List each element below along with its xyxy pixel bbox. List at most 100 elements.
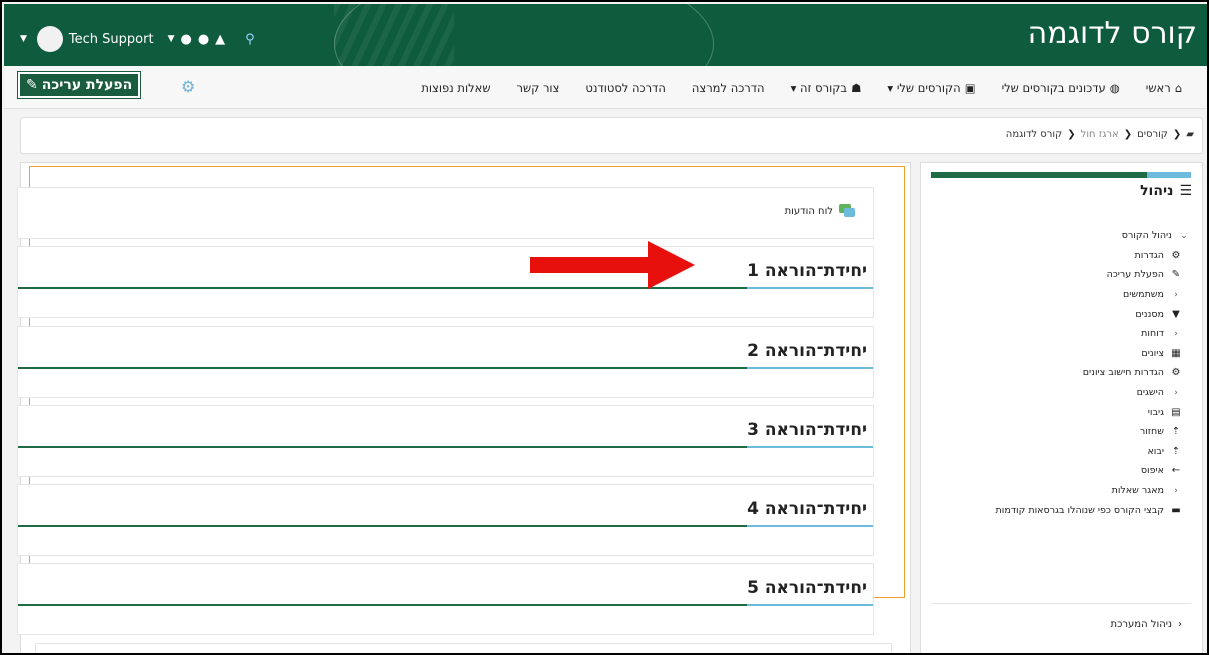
tree-item-question-bank[interactable]: ‹ מאגר שאלות [922,481,1182,501]
tree-label: הגדרות [1134,249,1164,261]
tree-item-grades[interactable]: ▦ ציונים [922,344,1182,364]
chevron-down-icon[interactable]: ▼ [168,34,175,44]
briefcase-icon: ▣ [964,80,976,95]
home-icon: ⌂ [1174,80,1182,95]
tree-item-reports[interactable]: ‹ דוחות [922,324,1182,344]
tree-item-badges[interactable]: ‹ הישגים [922,383,1182,403]
section-1: יחידת־הוראה 1 [17,246,874,318]
tree-item-edit[interactable]: ✎ הפעלת עריכה [922,265,1182,285]
import-icon: ⇡ [1171,445,1181,457]
section-divider-accent [747,287,873,289]
tree-item-backup[interactable]: ▤ גיבוי [922,402,1182,422]
section-divider-accent [747,367,873,369]
tree-item-legacy-files[interactable]: ▬ קבצי הקורס כפי שנוהלו בגרסאות קודמות [922,500,1182,520]
section-divider [18,367,747,369]
nav-this-course[interactable]: ☗בקורס זה ▾ [778,81,875,95]
nav-my-course-updates[interactable]: ◍עדכונים בקורסים שלי [989,81,1133,95]
sitemap-icon: ☗ [851,80,862,95]
chevron-icon: ❯ [1172,129,1182,140]
bell-icon[interactable]: ▲ [215,32,225,47]
user-name[interactable]: Tech Support [69,32,154,47]
tree-item-users[interactable]: ‹ משתמשים [922,285,1182,305]
tree-label: שחזור [1139,426,1164,438]
chevron-icon: ❯ [1123,129,1133,140]
file-icon: ▤ [1171,406,1181,418]
section-divider-accent [747,446,873,448]
nav-faq[interactable]: שאלות נפוצות [408,81,503,95]
forum-label: לוח הודעות [784,205,833,217]
language-icon[interactable]: ● [180,32,191,47]
nav-contact[interactable]: צור קשר [503,81,572,95]
nav-this-course-label: בקורס זה [800,80,848,95]
tree-label: יבוא [1147,445,1164,457]
folder-icon: ▬ [1171,504,1181,516]
chevron-down-icon: ⌄ [1180,230,1188,241]
pencil-icon: ✎ [1171,269,1181,281]
tree-site-admin[interactable]: ‹ ניהול המערכת [1111,619,1182,630]
tree-item-import[interactable]: ⇡ יבוא [922,442,1182,462]
tree-item-restore[interactable]: ⇡ שחזור [922,422,1182,442]
section-title[interactable]: יחידת־הוראה 5 [747,578,867,598]
chevron-icon: ❯ [1067,129,1076,140]
tree-label: הפעלת עריכה [1106,269,1164,281]
forum-link[interactable]: לוח הודעות [785,204,855,218]
arrow-left-icon: ← [1171,465,1181,477]
tree-label: דוחות [1141,328,1164,340]
tree-label: ניהול המערכת [1110,619,1172,630]
tree-label: הישגים [1136,387,1164,399]
tree-course-admin[interactable]: ⌄ ניהול הקורס [922,226,1190,246]
tree-label: איפוס [1140,465,1164,477]
section-divider-accent [747,604,873,606]
tree-item-grade-settings[interactable]: ⚙ הגדרות חישוב ציונים [922,363,1182,383]
nav-lecturer-guide[interactable]: הדרכה למרצה [679,81,778,95]
breadcrumb-courses[interactable]: קורסים [1137,129,1168,140]
section-divider [18,446,747,448]
block-title: ניהול [1140,183,1174,199]
site-title[interactable]: קורס לדוגמה [1028,16,1197,51]
breadcrumb-course[interactable]: קורס לדוגמה [1006,129,1062,140]
section-4: יחידת־הוראה 4 [17,484,874,556]
nav-home[interactable]: ⌂ראשי [1133,81,1195,95]
gear-icon[interactable]: ⚙ [181,77,195,96]
avatar[interactable] [36,26,63,52]
section-title[interactable]: יחידת־הוראה 2 [747,341,867,361]
forum-icon [839,204,855,218]
edit-icon: ✎ [26,77,38,93]
block-top-bar [931,172,1191,178]
globe-icon: ◍ [1109,80,1120,95]
window-frame: קורס לדוגמה ▼ Tech Support ▼ ● ● ▲ ⚲ הפע… [0,0,1209,655]
gear-icon: ⚙ [1171,367,1181,379]
nav-student-guide[interactable]: הדרכה לסטודנט [572,81,678,95]
section-2: יחידת־הוראה 2 [17,326,874,398]
tree-label: קבצי הקורס כפי שנוהלו בגרסאות קודמות [995,504,1164,516]
site-header: קורס לדוגמה ▼ Tech Support ▼ ● ● ▲ ⚲ [4,4,1207,66]
tree-label: מאגר שאלות [1111,485,1164,497]
upload-icon: ⇡ [1171,426,1181,438]
gear-icon: ⚙ [1171,249,1181,261]
breadcrumb-sandbox[interactable]: ארגז חול [1081,129,1119,140]
tree-item-reset[interactable]: ← איפוס [922,461,1182,481]
tree-item-settings[interactable]: ⚙ הגדרות [922,246,1182,266]
edit-mode-button[interactable]: הפעלת עריכה ✎ [16,71,142,99]
section-title[interactable]: יחידת־הוראה 1 [747,261,867,281]
folder-icon: ▰ [1186,129,1194,140]
search-icon[interactable]: ⚲ [245,32,255,47]
tree-label: משתמשים [1122,289,1164,301]
menu-icon: ☰ [1179,183,1192,199]
header-decoration-arc [334,4,714,66]
nav-home-label: ראשי [1145,80,1171,95]
divider [931,603,1191,604]
tree-label: ניהול הקורס [1121,230,1172,242]
edit-mode-label: הפעלת עריכה [41,77,133,93]
filter-icon: ▼ [1172,308,1180,320]
section-title[interactable]: יחידת־הוראה 4 [747,499,867,519]
nav-my-courses[interactable]: ▣הקורסים שלי ▾ [874,81,988,95]
section-5: יחידת־הוראה 5 [17,563,874,635]
breadcrumb: ▰ ❯ קורסים ❯ ארגז חול ❯ קורס לדוגמה [20,117,1203,154]
block-heading: ☰ ניהול [1140,183,1192,199]
section-divider [18,525,747,527]
tree-item-filters[interactable]: ▼ מסננים [922,304,1182,324]
messages-icon[interactable]: ● [198,32,209,47]
section-title[interactable]: יחידת־הוראה 3 [747,420,867,440]
user-menu[interactable]: ▼ Tech Support ▼ ● ● ▲ ⚲ [20,26,255,52]
